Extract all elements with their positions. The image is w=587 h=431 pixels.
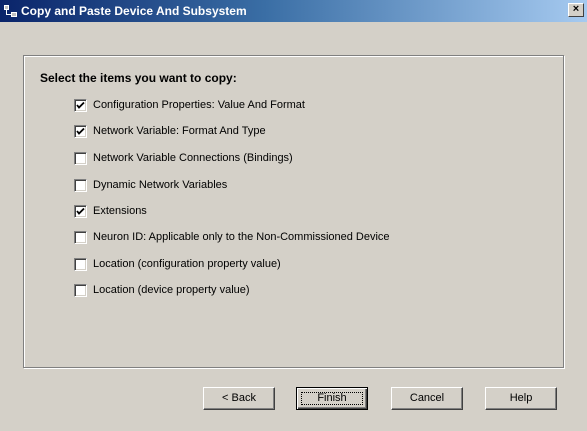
checkbox[interactable] — [74, 125, 87, 138]
checkbox[interactable] — [74, 205, 87, 218]
back-button[interactable]: < Back — [203, 387, 275, 410]
title-bar: Copy and Paste Device And Subsystem × — [0, 0, 587, 22]
checkbox-label: Network Variable Connections (Bindings) — [93, 152, 293, 164]
checkbox-label: Dynamic Network Variables — [93, 179, 228, 191]
checkbox[interactable] — [74, 99, 87, 112]
window-title: Copy and Paste Device And Subsystem — [21, 4, 247, 18]
checkbox[interactable] — [74, 152, 87, 165]
checkbox-label: Location (configuration property value) — [93, 258, 281, 270]
back-button-label: < Back — [222, 392, 256, 404]
finish-button-label: Finish — [317, 392, 347, 404]
checkmark-icon — [76, 154, 85, 163]
copy-items-heading: Select the items you want to copy: — [40, 71, 237, 85]
close-button[interactable]: × — [568, 3, 584, 17]
checkmark-icon — [76, 127, 85, 135]
checkbox-label: Location (device property value) — [93, 284, 250, 296]
cancel-button[interactable]: Cancel — [391, 387, 463, 410]
checkbox-label: Extensions — [93, 205, 147, 217]
checkmark-icon — [76, 286, 85, 295]
help-button[interactable]: Help — [485, 387, 557, 410]
copy-subsystem-icon — [4, 5, 17, 17]
checkmark-icon — [76, 101, 85, 109]
checkbox[interactable] — [74, 258, 87, 271]
checkbox-label: Configuration Properties: Value And Form… — [93, 99, 305, 111]
checkmark-icon — [76, 181, 85, 190]
checkbox[interactable] — [74, 179, 87, 192]
help-button-label: Help — [509, 392, 533, 404]
cancel-button-label: Cancel — [409, 392, 445, 404]
checkbox-label: Network Variable: Format And Type — [93, 125, 266, 137]
close-icon: × — [572, 3, 580, 15]
checkbox[interactable] — [74, 284, 87, 297]
finish-button[interactable]: Finish — [296, 387, 368, 410]
checkmark-icon — [76, 260, 85, 269]
checkmark-icon — [76, 207, 85, 215]
checkmark-icon — [76, 233, 85, 242]
checkbox-label: Neuron ID: Applicable only to the Non-Co… — [93, 231, 390, 243]
checkbox[interactable] — [74, 231, 87, 244]
